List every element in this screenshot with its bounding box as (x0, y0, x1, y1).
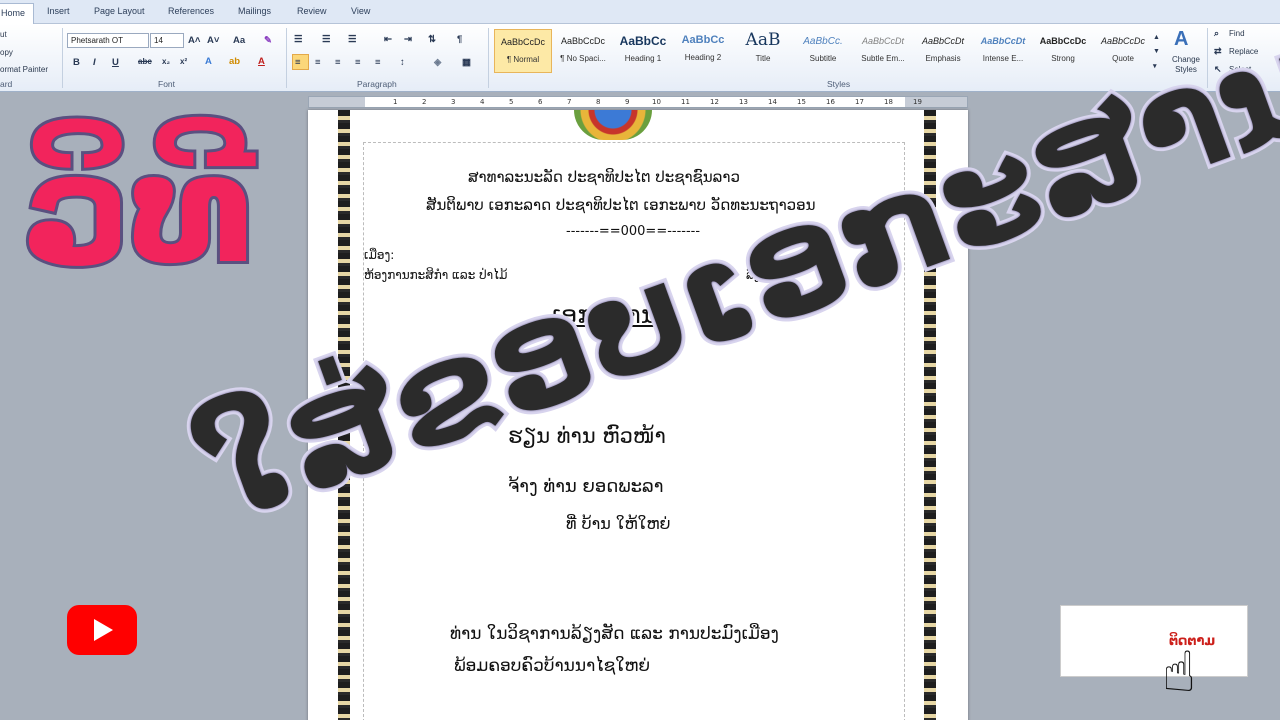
bullets-icon[interactable]: ☰ (294, 34, 303, 45)
group-divider (62, 28, 63, 88)
copy-button[interactable]: opy (0, 48, 13, 57)
ruler-tick: 5 (509, 98, 514, 106)
font-color-icon[interactable]: A (258, 56, 265, 67)
align-left-icon[interactable]: ≡ (295, 57, 301, 68)
tab-review[interactable]: Review (297, 6, 327, 16)
ruler-tick: 6 (538, 98, 543, 106)
style-emphasis[interactable]: AaBbCcDt Emphasis (914, 29, 972, 73)
line-spacing-icon[interactable]: ↕ (400, 57, 405, 68)
doc-district: ເມືອງ: (364, 248, 395, 262)
ruler-tick: 3 (451, 98, 456, 106)
ruler-tick: 10 (652, 98, 661, 106)
strikethrough-icon[interactable]: abc (138, 57, 152, 66)
borders-icon[interactable]: ▦ (462, 57, 471, 68)
text-effects-icon[interactable]: A (205, 56, 212, 67)
hand-cursor-icon: ☝ (1162, 640, 1197, 705)
ruler-tick: 7 (567, 98, 572, 106)
style-no-spacing[interactable]: AaBbCcDc ¶ No Spaci... (554, 29, 612, 73)
format-painter-button[interactable]: ormat Painter (0, 65, 48, 74)
doc-line-b: ຈ້າງ ທ່ານ ຍອດພະລາ (508, 476, 664, 497)
group-divider (286, 28, 287, 88)
paragraph-group-label: Paragraph (357, 79, 397, 89)
ruler-tick: 19 (913, 98, 922, 106)
superscript-icon[interactable]: x² (180, 57, 187, 66)
shrink-font-icon[interactable]: A˅ (207, 35, 219, 46)
follow-button[interactable]: ຕິດຕາມ (1060, 605, 1248, 677)
ruler-tick: 14 (768, 98, 777, 106)
tab-mailings[interactable]: Mailings (238, 6, 271, 16)
clipboard-group-label: ard (0, 79, 13, 89)
sort-icon[interactable]: ⇅ (428, 34, 436, 45)
ribbon-tab-bar: Home Insert Page Layout References Maili… (0, 0, 1280, 25)
tab-view[interactable]: View (351, 6, 370, 16)
shading-icon[interactable]: ◈ (434, 57, 441, 68)
ruler-left-margin (309, 97, 365, 107)
style-intense-emphasis[interactable]: AaBbCcDt Intense E... (974, 29, 1032, 73)
ruler-tick: 2 (422, 98, 427, 106)
ruler-tick: 17 (855, 98, 864, 106)
multilevel-list-icon[interactable]: ☰ (348, 34, 357, 45)
ruler-tick: 4 (480, 98, 485, 106)
font-name-box[interactable]: Phetsarath OT (67, 33, 149, 48)
distributed-icon[interactable]: ≡ (375, 57, 381, 68)
show-marks-icon[interactable]: ¶ (457, 34, 462, 45)
tab-page-layout[interactable]: Page Layout (94, 6, 145, 16)
overlay-title-how-to: ວິທີ (21, 120, 257, 300)
style-subtitle[interactable]: AaBbCc. Subtitle (794, 29, 852, 73)
numbering-icon[interactable]: ☰ (322, 34, 331, 45)
tab-insert[interactable]: Insert (47, 6, 70, 16)
national-emblem (574, 110, 652, 140)
doc-line-d: ທ່ານ ໃນວິຊາການລ້ຽງສັດ ແລະ ການປະມົງເມືອງ (450, 624, 779, 644)
ruler-tick: 16 (826, 98, 835, 106)
highlight-icon[interactable]: ab (229, 56, 240, 67)
styles-group-label: Styles (827, 79, 851, 89)
ruler-tick: 8 (596, 98, 601, 106)
clear-formatting-icon[interactable]: ✎ (264, 35, 272, 46)
play-icon (94, 619, 113, 641)
doc-line-e: ພ້ອມຄອບຄົວບ້ານນາໄຊໃຫຍ່ (454, 656, 651, 676)
underline-icon[interactable]: U (112, 57, 119, 68)
doc-office: ຫ້ອງການກະສິກຳ ແລະ ປ່າໄມ້ (364, 268, 508, 282)
cut-button[interactable]: ut (0, 30, 7, 39)
ruler-tick: 12 (710, 98, 719, 106)
ruler-tick: 11 (681, 98, 690, 106)
change-case-icon[interactable]: Aa (233, 35, 245, 46)
ruler-tick: 1 (393, 98, 398, 106)
ruler-tick: 15 (797, 98, 806, 106)
horizontal-ruler[interactable]: 1 2 3 4 5 6 7 8 9 10 11 12 13 14 15 16 1… (308, 96, 968, 108)
group-divider (488, 28, 489, 88)
style-heading-1[interactable]: AaBbCc Heading 1 (614, 29, 672, 73)
doc-header-line-1: ສາທາລະນະລັດ ປະຊາທິປະໄຕ ປະຊາຊົນລາວ (468, 168, 740, 186)
tab-references[interactable]: References (168, 6, 214, 16)
align-right-icon[interactable]: ≡ (335, 57, 341, 68)
align-center-icon[interactable]: ≡ (315, 57, 321, 68)
justify-icon[interactable]: ≡ (355, 57, 361, 68)
youtube-logo (67, 605, 137, 655)
style-heading-2[interactable]: AaBbCc Heading 2 (674, 29, 732, 73)
ruler-tick: 18 (884, 98, 893, 106)
font-size-box[interactable]: 14 (150, 33, 184, 48)
decrease-indent-icon[interactable]: ⇤ (384, 34, 392, 45)
ruler-tick: 9 (625, 98, 630, 106)
increase-indent-icon[interactable]: ⇥ (404, 34, 412, 45)
italic-icon[interactable]: I (93, 57, 96, 68)
tab-home[interactable]: Home (0, 3, 35, 25)
font-group-label: Font (158, 79, 176, 89)
style-normal[interactable]: AaBbCcDc ¶ Normal (494, 29, 552, 73)
subscript-icon[interactable]: x₂ (162, 57, 170, 66)
ruler-tick: 13 (739, 98, 748, 106)
grow-font-icon[interactable]: A˄ (188, 35, 200, 46)
doc-line-c: ທີ່ ບ້ານ ໃຫ້ໃຫຍ່ (566, 514, 671, 533)
bold-icon[interactable]: B (73, 57, 80, 68)
style-title[interactable]: AaB Title (734, 29, 792, 73)
style-subtle-emphasis[interactable]: AaBbCcDt Subtle Em... (854, 29, 912, 73)
